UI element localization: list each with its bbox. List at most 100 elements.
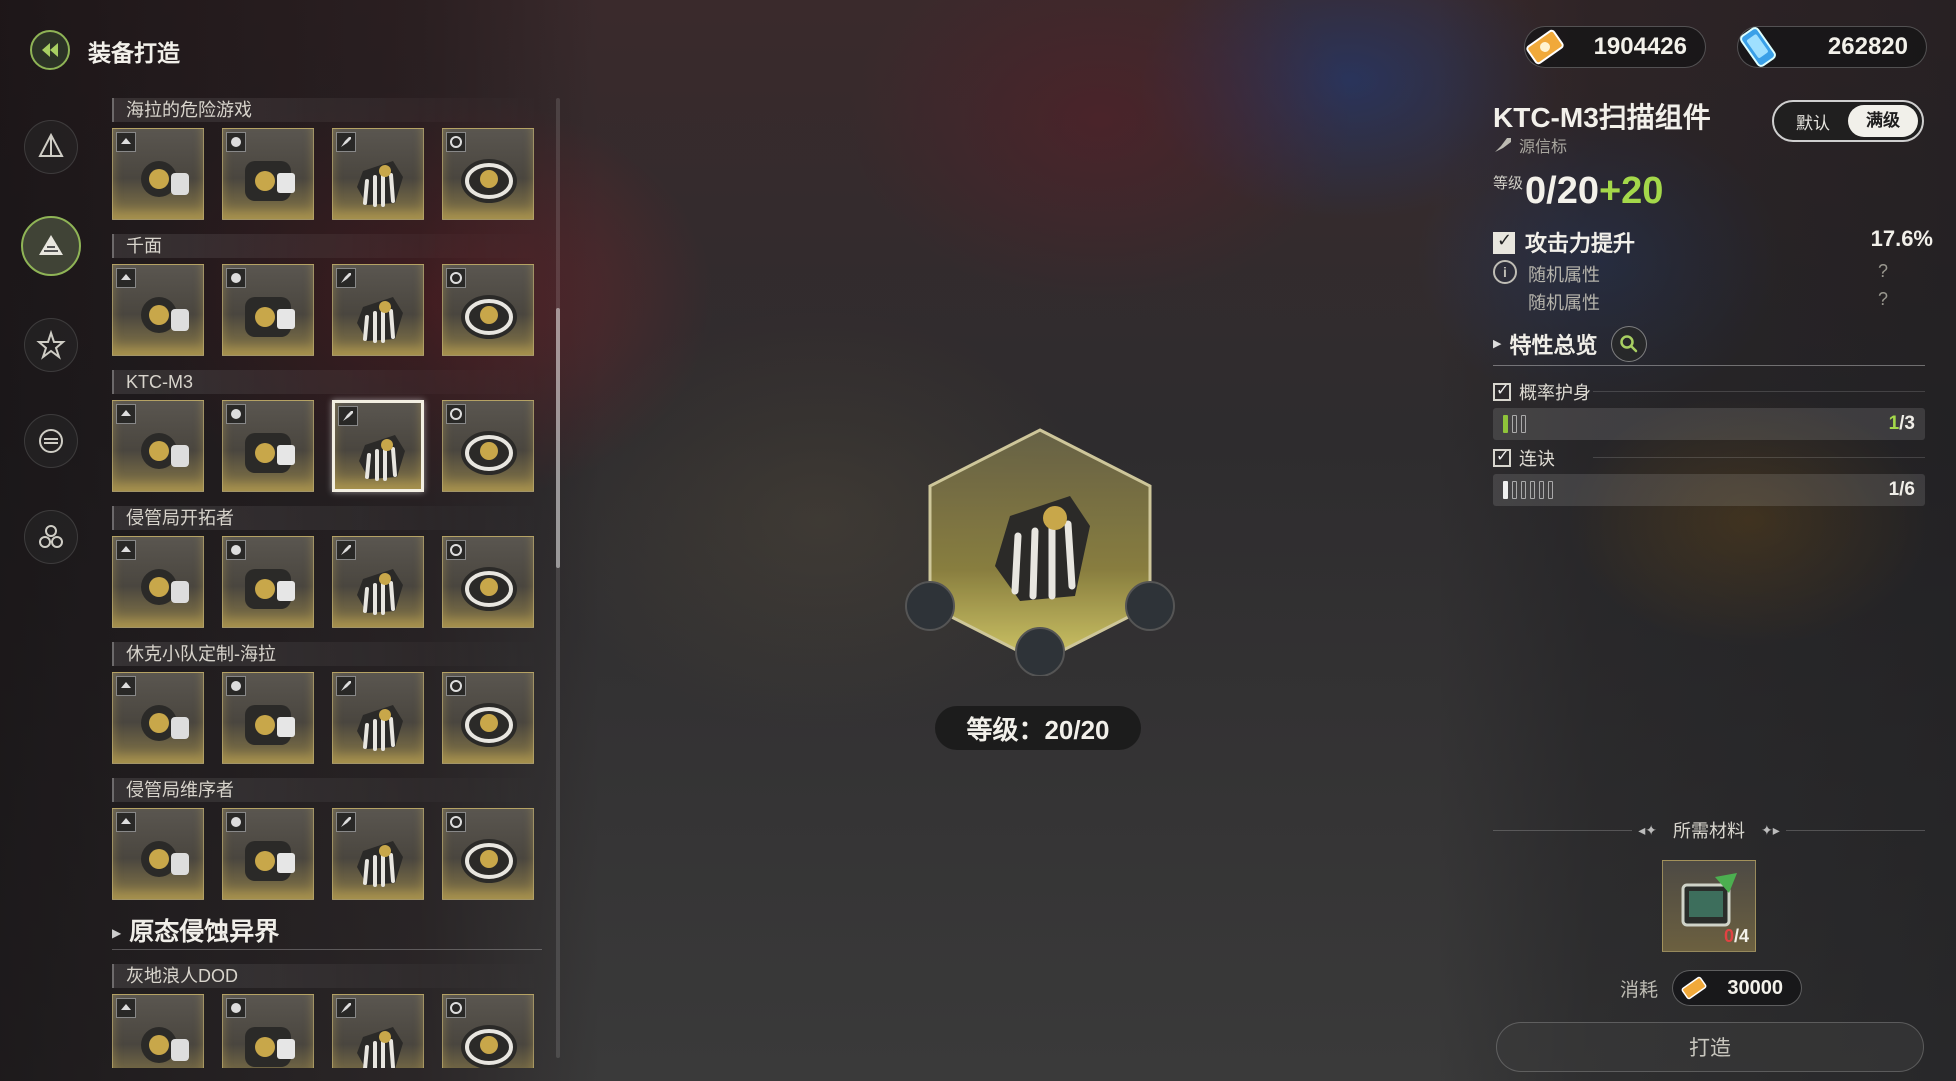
equipment-slot[interactable]: [332, 400, 424, 492]
equipment-slot[interactable]: [332, 264, 424, 356]
helmet-icon: [245, 1027, 295, 1067]
pyramid-icon: [38, 132, 64, 157]
glove-icon: [359, 435, 405, 481]
equipment-slot[interactable]: [222, 264, 314, 356]
equipment-slot[interactable]: [332, 994, 424, 1068]
equipment-slot[interactable]: [112, 808, 204, 900]
glove-icon: [357, 569, 403, 615]
equipment-set: 侵管局维序者: [112, 778, 542, 900]
section-header[interactable]: ▶ 原态侵蚀异界: [112, 914, 542, 950]
source-label: 源信标: [1519, 139, 1568, 156]
goggles-icon: [141, 433, 189, 469]
equipment-set: KTC-M3: [112, 370, 542, 492]
glove-icon: [357, 297, 403, 343]
main-attr-name: 攻击力提升: [1525, 231, 1636, 256]
gold-ticket-icon: [1526, 29, 1564, 65]
main-attr-value: 17.6%: [1870, 226, 1933, 251]
trait-progress-bar: 1/3: [1493, 408, 1925, 440]
equipment-slot[interactable]: [112, 128, 204, 220]
equipment-slot[interactable]: [112, 536, 204, 628]
trait-title: 特性总览: [1509, 332, 1598, 358]
mountain-icon: [39, 235, 63, 255]
trait-pip: [1512, 415, 1517, 433]
blue-crystal-icon: [1740, 27, 1776, 67]
triad-icon: [39, 525, 63, 548]
helmet-icon: [245, 705, 295, 745]
equipment-name: KTC-M3扫描组件: [1493, 102, 1711, 133]
nav-item-1[interactable]: [24, 120, 78, 174]
magnifier-icon: [1620, 334, 1638, 352]
equipment-slot[interactable]: [442, 264, 534, 356]
equipment-slot[interactable]: [332, 536, 424, 628]
trait-pip: [1503, 481, 1508, 499]
equipment-slot[interactable]: [442, 808, 534, 900]
glove-icon: [357, 705, 403, 751]
set-items: [112, 536, 542, 628]
equipment-slot[interactable]: [222, 808, 314, 900]
equipment-slot[interactable]: [222, 128, 314, 220]
trait-pip: [1530, 481, 1535, 499]
set-title: 侵管局维序者: [112, 778, 542, 802]
goggles-icon: [141, 297, 189, 333]
level-pill: 等级：20/20: [935, 706, 1141, 750]
level-row: 等级 0/20 +20: [1493, 170, 1663, 213]
scroll-thumb[interactable]: [556, 308, 560, 568]
equipment-hex-display: [905, 428, 1175, 676]
equipment-slot[interactable]: [442, 672, 534, 764]
set-items: [112, 128, 542, 220]
equipment-slot[interactable]: [442, 536, 534, 628]
socket-left: [905, 581, 955, 631]
helmet-icon: [245, 433, 295, 473]
equipment-set: 灰地浪人DOD: [112, 964, 542, 1068]
equipment-slot[interactable]: [442, 128, 534, 220]
rewind-icon: [42, 43, 58, 57]
gold-currency: 1904426: [1524, 26, 1706, 68]
equipment-slot[interactable]: [222, 536, 314, 628]
equipment-slot[interactable]: [222, 400, 314, 492]
ring-icon: [461, 839, 517, 883]
materials-header: ◂✦ 所需材料 ✦▸: [1493, 818, 1925, 842]
expand-arrow-icon: ▶: [112, 926, 122, 941]
equipment-set: 侵管局开拓者: [112, 506, 542, 628]
level-toggle[interactable]: 默认 满级: [1772, 100, 1924, 142]
ring-icon: [461, 1025, 517, 1068]
equipment-slot[interactable]: [112, 672, 204, 764]
glove-icon: [357, 161, 403, 207]
check-icon: [1493, 446, 1511, 467]
craft-button[interactable]: 打造: [1496, 1022, 1924, 1072]
equipment-slot[interactable]: [332, 808, 424, 900]
equipment-slot[interactable]: [442, 994, 534, 1068]
back-button[interactable]: [30, 30, 70, 70]
material-slot[interactable]: 0/4: [1662, 860, 1756, 952]
equipment-list[interactable]: 海拉的危险游戏 千面 KTC-M3 侵管局开拓者 休克小队定制-海拉 侵管局维序者 ▶ 原态侵…: [112, 98, 542, 1068]
helmet-icon: [245, 841, 295, 881]
toggle-default[interactable]: 默认: [1778, 109, 1848, 134]
glove-icon: [357, 1027, 403, 1068]
search-icon[interactable]: [1611, 325, 1648, 362]
equipment-slot[interactable]: [222, 994, 314, 1068]
socket-bottom: [1015, 627, 1065, 676]
list-scrollbar[interactable]: [556, 98, 560, 1058]
expand-arrow-icon: ▶: [1493, 338, 1502, 350]
toggle-max[interactable]: 满级: [1848, 105, 1918, 137]
gold-ticket-icon: [1681, 976, 1707, 1000]
equipment-slot[interactable]: [442, 400, 534, 492]
equipment-slot[interactable]: [112, 264, 204, 356]
nav-item-2[interactable]: [21, 216, 81, 276]
source-row: 源信标: [1493, 133, 1567, 157]
nav-item-5[interactable]: [24, 510, 78, 564]
crystal-currency: 262820: [1737, 26, 1927, 68]
equipment-slot[interactable]: [222, 672, 314, 764]
equipment-set: 千面: [112, 234, 542, 356]
equipment-slot[interactable]: [112, 400, 204, 492]
equipment-slot[interactable]: [332, 128, 424, 220]
ring-icon: [461, 703, 517, 747]
equipment-slot[interactable]: [112, 994, 204, 1068]
trait-overview-header[interactable]: ▶ 特性总览: [1493, 322, 1925, 366]
nav-item-4[interactable]: [24, 414, 78, 468]
level-current: 0/20: [1525, 170, 1599, 212]
equipment-slot[interactable]: [332, 672, 424, 764]
nav-item-3[interactable]: [24, 318, 78, 372]
info-icon[interactable]: i: [1493, 260, 1517, 284]
checkbox-icon: [1493, 230, 1515, 254]
